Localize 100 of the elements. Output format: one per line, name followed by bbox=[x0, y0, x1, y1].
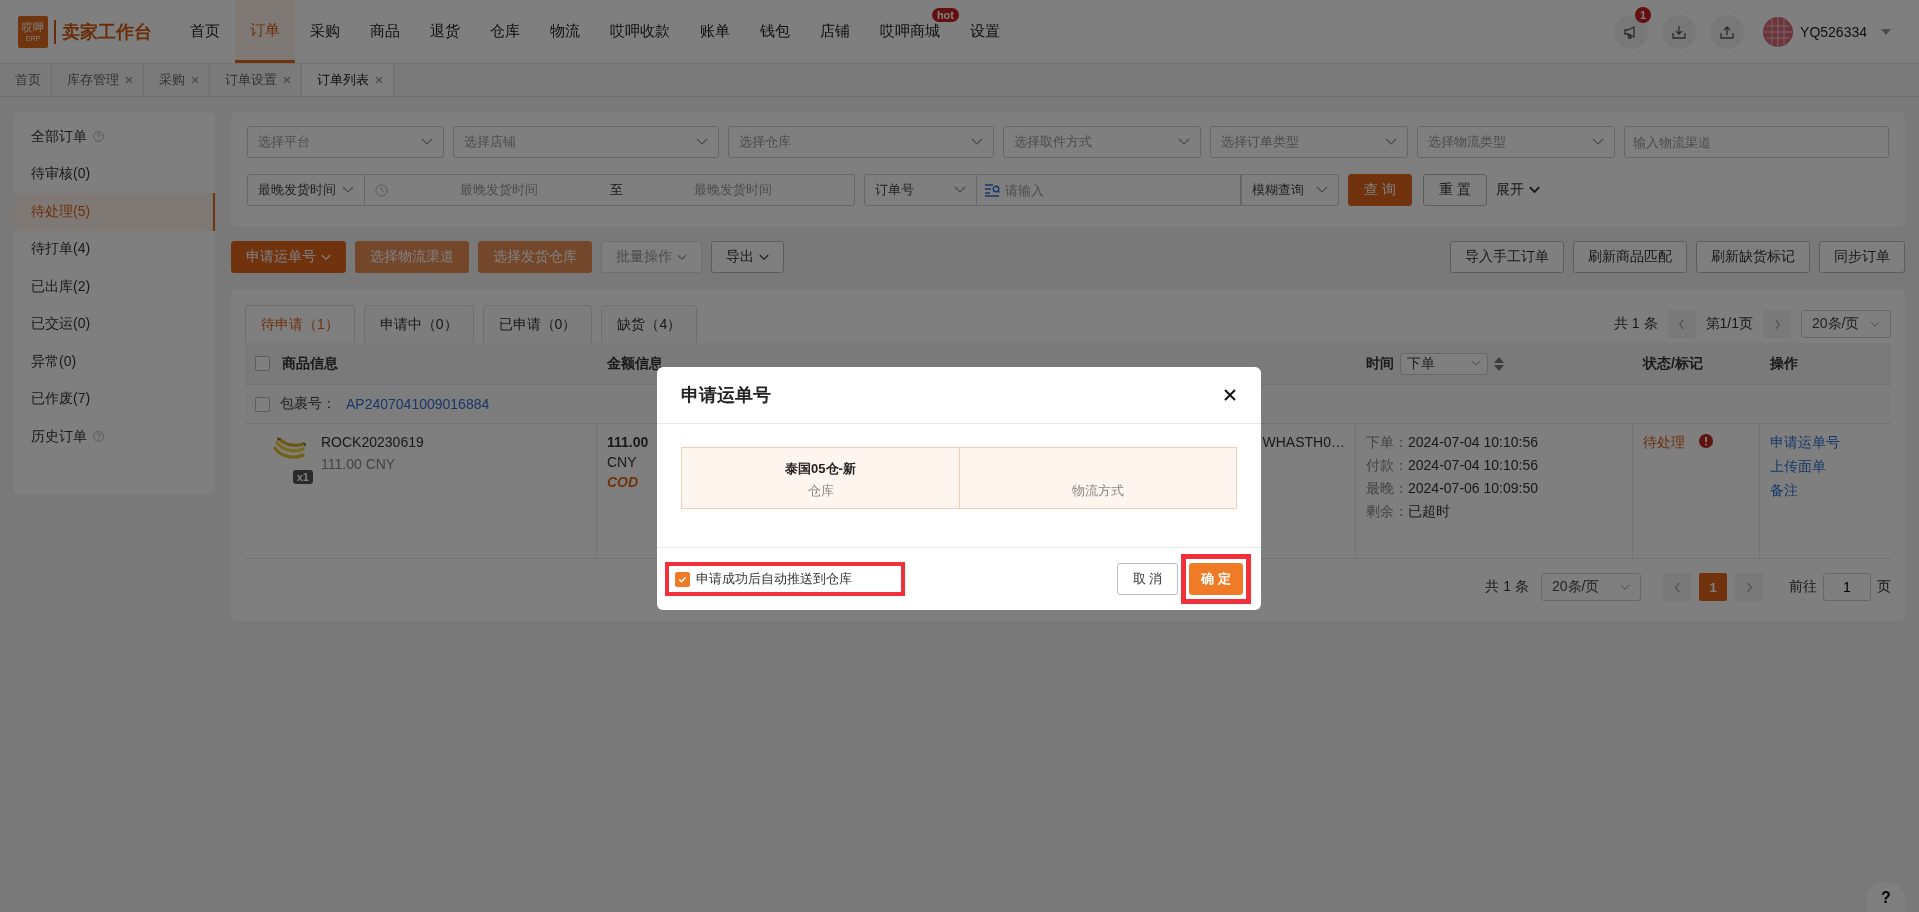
goto-page-field[interactable]: 1 bbox=[1823, 573, 1871, 601]
status-tab[interactable]: 缺货（4） bbox=[601, 305, 698, 343]
page-size-select[interactable]: 20条/页 bbox=[1801, 310, 1891, 338]
caret-icon[interactable] bbox=[1881, 28, 1891, 35]
cancel-button[interactable]: 取 消 bbox=[1117, 563, 1178, 595]
help-button[interactable]: ? bbox=[1866, 882, 1906, 912]
download-button[interactable] bbox=[1662, 14, 1697, 49]
nav-item[interactable]: 商品 bbox=[355, 0, 415, 63]
sidebar-item[interactable]: 待处理(5) bbox=[14, 193, 215, 231]
upload-button[interactable] bbox=[1710, 14, 1745, 49]
page-number[interactable]: 1 bbox=[1699, 573, 1727, 601]
time-sort-select[interactable]: 下单 bbox=[1400, 352, 1488, 375]
sidebar-item[interactable]: 异常(0) bbox=[14, 343, 215, 381]
chevron-down-icon bbox=[1385, 138, 1397, 146]
time-type-select[interactable]: 最晚发货时间 bbox=[247, 174, 365, 206]
sidebar-item[interactable]: 已作废(7) bbox=[14, 380, 215, 418]
nav-item[interactable]: 物流 bbox=[535, 0, 595, 63]
sidebar-label: 已交运(0) bbox=[31, 315, 91, 334]
sidebar-item[interactable]: 已出库(2) bbox=[14, 268, 215, 306]
chevron-down-icon bbox=[342, 186, 354, 194]
sidebar-label: 异常(0) bbox=[31, 352, 77, 371]
confirm-button[interactable]: 确 定 bbox=[1189, 563, 1243, 595]
status-tab[interactable]: 待申请（1） bbox=[245, 305, 355, 343]
sidebar-item[interactable]: 历史订单 bbox=[14, 418, 215, 456]
prev-page-button[interactable] bbox=[1667, 310, 1696, 338]
chevron-left-icon bbox=[1678, 318, 1686, 330]
column-header: 状态/标记 bbox=[1643, 354, 1703, 373]
time-label: 剩余： bbox=[1366, 503, 1408, 521]
download-icon bbox=[1671, 23, 1688, 40]
checkbox[interactable] bbox=[255, 356, 270, 371]
close-icon[interactable] bbox=[1224, 389, 1236, 401]
time-label: 最晚： bbox=[1366, 480, 1408, 498]
toolbar-button[interactable]: 刷新缺货标记 bbox=[1696, 241, 1810, 273]
toolbar-button[interactable]: 同步订单 bbox=[1819, 241, 1905, 273]
sidebar-label: 待打单(4) bbox=[31, 240, 91, 259]
page-tab[interactable]: 订单列表 bbox=[302, 64, 394, 96]
time-value: 2024-07-06 10:09:50 bbox=[1408, 480, 1538, 498]
checkbox[interactable] bbox=[675, 571, 690, 587]
time-value: 2024-07-04 10:10:56 bbox=[1408, 457, 1538, 475]
reset-button[interactable]: 重 置 bbox=[1423, 174, 1487, 206]
help-icon bbox=[93, 431, 104, 443]
sidebar-label: 待审核(0) bbox=[31, 165, 91, 184]
user-name[interactable]: YQ526334 bbox=[1800, 23, 1867, 40]
chevron-down-icon bbox=[1620, 583, 1630, 591]
match-mode-select[interactable]: 模糊查询 bbox=[1241, 174, 1339, 206]
chevron-down-icon bbox=[1316, 186, 1328, 194]
sidebar-item[interactable]: 待审核(0) bbox=[14, 155, 215, 193]
nav-item[interactable]: 退货 bbox=[415, 0, 475, 63]
cell-value: 泰国05仓-新 bbox=[785, 460, 856, 478]
expand-button[interactable]: 展开 bbox=[1496, 181, 1540, 199]
nav-item[interactable]: 采购 bbox=[295, 0, 355, 63]
checkbox[interactable] bbox=[255, 396, 270, 412]
query-button[interactable]: 查 询 bbox=[1348, 174, 1412, 206]
chevron-right-icon bbox=[1773, 318, 1781, 330]
page-tab[interactable]: 库存管理 bbox=[52, 64, 144, 96]
package-number-link[interactable]: AP2407041009016884 bbox=[346, 396, 490, 412]
help-icon bbox=[93, 131, 104, 143]
action-link[interactable]: 申请运单号 bbox=[1770, 434, 1881, 452]
nav-item[interactable]: 店铺 bbox=[805, 0, 865, 63]
sort-icon[interactable] bbox=[1494, 356, 1504, 371]
amount: 111.00 bbox=[607, 434, 650, 450]
nav-item[interactable]: 订单 bbox=[235, 0, 295, 63]
sidebar-item[interactable]: 全部订单 bbox=[14, 118, 215, 156]
payment-method: COD bbox=[607, 474, 640, 490]
chevron-down-icon bbox=[759, 253, 769, 261]
avatar-icon[interactable] bbox=[1762, 15, 1795, 48]
page-size-select[interactable]: 20条/页 bbox=[1541, 573, 1641, 601]
page-indicator: 第1/1页 bbox=[1705, 315, 1753, 333]
order-field-select[interactable]: 订单号 bbox=[864, 174, 977, 206]
status-tab[interactable]: 申请中（0） bbox=[363, 305, 474, 343]
next-page-button[interactable] bbox=[1763, 310, 1791, 338]
chevron-down-icon bbox=[696, 138, 708, 146]
nav-item[interactable]: 哎呷收款 bbox=[595, 0, 685, 63]
next-page-button[interactable] bbox=[1735, 573, 1763, 601]
page-tab[interactable]: 采购 bbox=[144, 64, 210, 96]
nav-item[interactable]: 账单 bbox=[685, 0, 745, 63]
action-link[interactable]: 上传面单 bbox=[1770, 458, 1881, 476]
toolbar-button[interactable]: 导入手工订单 bbox=[1450, 241, 1564, 273]
sidebar-item[interactable]: 待打单(4) bbox=[14, 230, 215, 268]
chevron-down-icon bbox=[954, 186, 966, 194]
sidebar-item[interactable]: 已交运(0) bbox=[14, 305, 215, 343]
page-tab[interactable]: 首页 bbox=[0, 64, 52, 96]
clock-icon bbox=[375, 183, 388, 197]
column-header: 金额信息 bbox=[607, 354, 663, 373]
nav-item[interactable]: 仓库 bbox=[475, 0, 535, 63]
nav-item[interactable]: 首页 bbox=[175, 0, 235, 63]
order-status: 待处理 bbox=[1643, 434, 1685, 452]
notification-badge: 1 bbox=[1635, 6, 1652, 23]
brand-title: 卖家工作台 bbox=[54, 19, 152, 44]
nav-item[interactable]: 钱包 bbox=[745, 0, 805, 63]
status-tab[interactable]: 已申请（0） bbox=[482, 305, 593, 343]
column-header: 时间 bbox=[1366, 354, 1394, 373]
action-link[interactable]: 备注 bbox=[1770, 482, 1881, 500]
prev-page-button[interactable] bbox=[1663, 573, 1691, 601]
toolbar-button[interactable]: 申请运单号 bbox=[231, 241, 346, 273]
chevron-down-icon bbox=[421, 138, 433, 146]
toolbar-button[interactable]: 刷新商品匹配 bbox=[1573, 241, 1687, 273]
toolbar-button[interactable]: 导出 bbox=[711, 241, 784, 273]
sidebar-label: 待处理(5) bbox=[31, 202, 91, 221]
tab-label: 首页 bbox=[15, 71, 41, 89]
